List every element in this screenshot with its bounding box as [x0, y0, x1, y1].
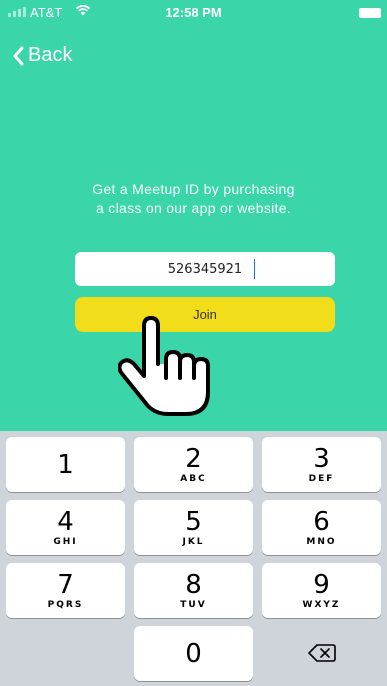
meetup-id-input[interactable]: [75, 252, 335, 286]
key-5[interactable]: 5 JKL: [134, 500, 253, 555]
info-line: a class on our app or website.: [96, 200, 291, 216]
key-letters: TUV: [180, 600, 207, 610]
key-letters: ABC: [180, 474, 207, 484]
backspace-icon: [307, 644, 336, 662]
key-7[interactable]: 7 PQRS: [6, 563, 125, 618]
hand-pointer-icon: [118, 316, 210, 416]
back-label: Back: [28, 44, 73, 66]
key-digit: 1: [57, 450, 74, 480]
meetup-join-screen: AT&T 12:58 PM Back Get a Meetup ID by pu…: [0, 0, 387, 686]
key-digit: 2: [185, 444, 202, 474]
info-text: Get a Meetup ID by purchasing a class on…: [60, 180, 327, 218]
key-digit: 4: [57, 507, 74, 537]
key-2[interactable]: 2 ABC: [134, 437, 253, 492]
key-digit: 8: [185, 570, 202, 600]
key-1[interactable]: 1: [6, 437, 125, 492]
back-button[interactable]: Back: [12, 44, 72, 67]
key-letters: WXYZ: [302, 600, 341, 610]
key-6[interactable]: 6 MNO: [262, 500, 381, 555]
key-digit: 9: [313, 570, 330, 600]
key-4[interactable]: 4 GHI: [6, 500, 125, 555]
key-letters: GHI: [53, 537, 78, 547]
key-digit: 3: [313, 444, 330, 474]
key-digit: 7: [57, 570, 74, 600]
delete-key[interactable]: [262, 626, 381, 681]
key-8[interactable]: 8 TUV: [134, 563, 253, 618]
key-letters: JKL: [182, 537, 205, 547]
text-cursor: [254, 259, 255, 279]
numeric-keypad: 1 2 ABC 3 DEF 4 GHI 5 JKL 6 MNO 7 PQRS 8…: [0, 431, 387, 686]
chevron-left-icon: [13, 46, 24, 65]
info-line: Get a Meetup ID by purchasing: [92, 181, 295, 197]
key-digit: 6: [313, 507, 330, 537]
key-letters: DEF: [308, 474, 335, 484]
key-letters: PQRS: [47, 600, 84, 610]
key-3[interactable]: 3 DEF: [262, 437, 381, 492]
battery-icon: [359, 8, 381, 18]
key-digit: 5: [185, 507, 202, 537]
key-letters: MNO: [306, 537, 337, 547]
key-digit: 0: [185, 639, 202, 669]
key-9[interactable]: 9 WXYZ: [262, 563, 381, 618]
key-0[interactable]: 0: [134, 626, 253, 681]
status-time: 12:58 PM: [165, 5, 222, 20]
status-bar: AT&T 12:58 PM: [0, 0, 387, 26]
